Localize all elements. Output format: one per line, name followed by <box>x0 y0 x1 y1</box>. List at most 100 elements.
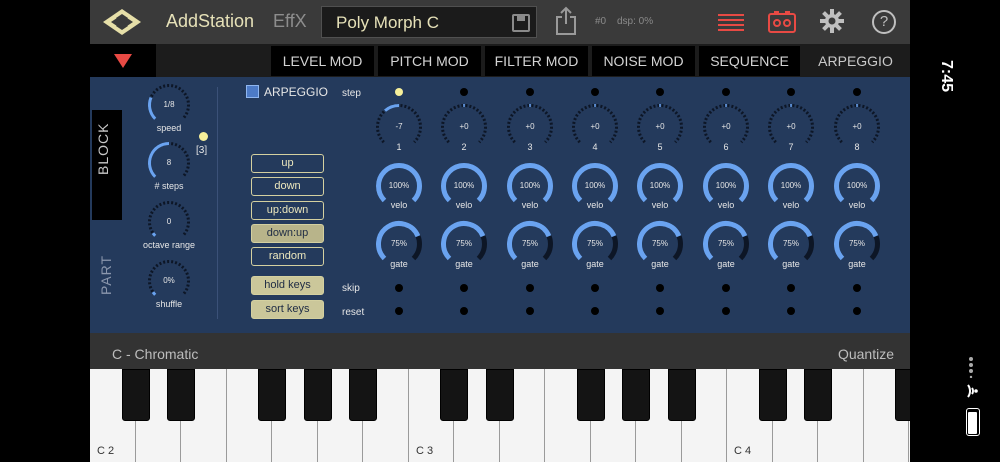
pitch-knob-4-value: +0 <box>590 122 600 131</box>
tab-sequence[interactable]: SEQUENCE <box>699 46 800 76</box>
step-led-1 <box>395 88 403 96</box>
reset-toggle-3[interactable] <box>526 307 534 315</box>
mode-up-button[interactable]: up <box>251 154 324 173</box>
velo-knob-5-value: 100% <box>649 181 671 190</box>
battery-icon <box>966 408 980 436</box>
status-time: 7:45 <box>938 60 955 93</box>
skip-toggle-2[interactable] <box>460 284 468 292</box>
black-key[interactable] <box>121 369 150 421</box>
octave-label: C 2 <box>97 445 115 457</box>
pitch-knob-6-value: +0 <box>721 122 731 131</box>
shuffle-knob-value: 0% <box>163 276 175 285</box>
addstation-logo-icon[interactable] <box>102 8 142 36</box>
tab-arpeggio[interactable]: ARPEGGIO <box>804 46 907 76</box>
shuffle-label: shuffle <box>155 299 183 309</box>
mode-random-button[interactable]: random <box>251 247 324 266</box>
keyboard-scroll-strip[interactable] <box>90 333 910 369</box>
mode-down-button[interactable]: down <box>251 177 324 196</box>
black-key[interactable] <box>485 369 514 421</box>
black-key[interactable] <box>349 369 377 421</box>
hold-keys-button[interactable]: hold keys <box>251 276 324 295</box>
velo-label-3: velo <box>521 200 539 210</box>
app-name-tab[interactable]: AddStation <box>166 11 254 32</box>
skip-toggle-8[interactable] <box>853 284 861 292</box>
effx-tab[interactable]: EffX <box>273 11 307 32</box>
piano-keyboard[interactable]: C 2 C 3 C 4 C - Chromatic Quantize <box>90 333 910 462</box>
black-key[interactable] <box>667 369 696 421</box>
tab-filter-mod[interactable]: FILTER MOD <box>485 46 588 76</box>
speed-knob[interactable]: 1/8 <box>147 83 191 127</box>
skip-toggle-1[interactable] <box>395 284 403 292</box>
step-number-6: 6 <box>723 142 729 152</box>
black-key[interactable] <box>576 369 605 421</box>
steps-led <box>199 132 208 141</box>
scale-selector[interactable]: C - Chromatic <box>112 346 198 362</box>
black-key[interactable] <box>258 369 286 421</box>
velo-label-5: velo <box>651 200 669 210</box>
reset-toggle-6[interactable] <box>722 307 730 315</box>
skip-toggle-7[interactable] <box>787 284 795 292</box>
reset-toggle-4[interactable] <box>591 307 599 315</box>
save-icon[interactable] <box>512 14 530 32</box>
step-led-2 <box>460 88 468 96</box>
quantize-toggle[interactable]: Quantize <box>838 346 894 362</box>
reset-toggle-5[interactable] <box>656 307 664 315</box>
keyboard-lines-icon[interactable] <box>718 13 744 31</box>
tab-pitch-mod[interactable]: PITCH MOD <box>378 46 481 76</box>
mode-up-down-button[interactable]: up:down <box>251 201 324 220</box>
gear-icon[interactable] <box>820 9 844 33</box>
help-icon[interactable]: ? <box>872 10 896 34</box>
gate-label-5: gate <box>651 259 669 269</box>
shuffle-knob[interactable]: 0% <box>147 259 191 303</box>
reset-toggle-2[interactable] <box>460 307 468 315</box>
sort-keys-button[interactable]: sort keys <box>251 300 324 319</box>
gate-label-2: gate <box>455 259 473 269</box>
reset-toggle-7[interactable] <box>787 307 795 315</box>
velo-label-8: velo <box>848 200 866 210</box>
black-key[interactable] <box>758 369 787 421</box>
velo-knob-2-value: 100% <box>453 181 475 190</box>
step-led-8 <box>853 88 861 96</box>
velo-knob-3-value: 100% <box>519 181 541 190</box>
velo-label-2: velo <box>455 200 473 210</box>
reset-toggle-8[interactable] <box>853 307 861 315</box>
octave-range-knob[interactable]: 0 <box>147 200 191 244</box>
recorder-icon[interactable] <box>768 11 796 33</box>
block-label: BLOCK <box>95 122 111 175</box>
step-led-3 <box>526 88 534 96</box>
preset-name: Poly Morph C <box>336 13 439 32</box>
collapse-button[interactable] <box>90 44 156 77</box>
skip-toggle-5[interactable] <box>656 284 664 292</box>
gate-knob-4-value: 75% <box>586 239 603 248</box>
part-label[interactable]: PART <box>98 255 114 295</box>
step-number-2: 2 <box>461 142 467 152</box>
black-key[interactable] <box>895 369 910 421</box>
black-key[interactable] <box>804 369 832 421</box>
gate-label-1: gate <box>390 259 408 269</box>
black-key[interactable] <box>440 369 468 421</box>
step-number-8: 8 <box>854 142 860 152</box>
step-row-label: step <box>342 88 361 99</box>
gate-label-8: gate <box>848 259 866 269</box>
reset-toggle-1[interactable] <box>395 307 403 315</box>
steps-knob[interactable]: 8 <box>147 141 191 185</box>
mode-down-up-button[interactable]: down:up <box>251 224 324 243</box>
skip-toggle-4[interactable] <box>591 284 599 292</box>
tab-level-mod[interactable]: LEVEL MOD <box>271 46 374 76</box>
share-icon[interactable] <box>554 6 578 36</box>
octave-label: C 4 <box>734 445 752 457</box>
tab-noise-mod[interactable]: NOISE MOD <box>592 46 695 76</box>
preset-selector[interactable]: Poly Morph C <box>321 6 537 38</box>
black-key[interactable] <box>622 369 650 421</box>
arpeggio-checkbox[interactable] <box>246 85 259 98</box>
black-key[interactable] <box>167 369 195 421</box>
gate-knob-2-value: 75% <box>455 239 472 248</box>
skip-toggle-6[interactable] <box>722 284 730 292</box>
black-key[interactable] <box>303 369 332 421</box>
velo-knob-6-value: 100% <box>715 181 737 190</box>
step-number-7: 7 <box>788 142 794 152</box>
step-led-5 <box>656 88 664 96</box>
step-led-4 <box>591 88 599 96</box>
arpeggio-label: ARPEGGIO <box>264 85 329 99</box>
skip-toggle-3[interactable] <box>526 284 534 292</box>
